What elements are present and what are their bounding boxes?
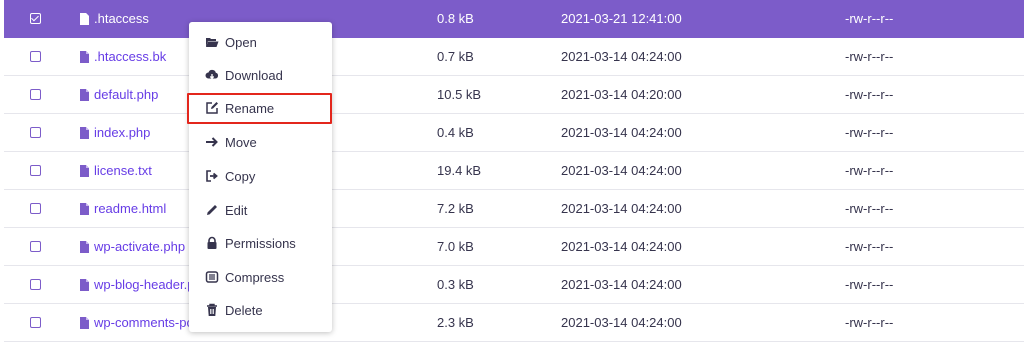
file-icon <box>80 12 89 25</box>
pencil-icon <box>205 203 219 217</box>
menu-item-compress[interactable]: Compress <box>189 262 332 292</box>
file-icon <box>80 50 89 63</box>
table-row[interactable]: index.php 0.4 kB 2021-03-14 04:24:00 -rw… <box>4 114 1024 152</box>
table-row[interactable]: wp-comments-post.php 2.3 kB 2021-03-14 0… <box>4 304 1024 342</box>
menu-item-label: Delete <box>225 302 263 318</box>
file-permissions: -rw-r--r-- <box>845 239 894 254</box>
file-date: 2021-03-14 04:24:00 <box>561 277 682 292</box>
file-icon <box>80 88 89 101</box>
file-size: 2.3 kB <box>437 315 474 330</box>
file-size: 0.3 kB <box>437 277 474 292</box>
file-permissions: -rw-r--r-- <box>845 87 894 102</box>
row-checkbox[interactable] <box>30 89 41 100</box>
context-menu: Open Download Rename Move Copy Edit Perm… <box>189 22 332 332</box>
row-checkbox[interactable] <box>30 317 41 328</box>
file-icon <box>80 278 89 291</box>
table-row[interactable]: readme.html 7.2 kB 2021-03-14 04:24:00 -… <box>4 190 1024 228</box>
file-date: 2021-03-14 04:24:00 <box>561 163 682 178</box>
folder-open-icon <box>205 35 219 49</box>
rename-highlight-box <box>187 93 332 124</box>
table-row[interactable]: .htaccess 0.8 kB 2021-03-21 12:41:00 -rw… <box>4 0 1024 38</box>
file-date: 2021-03-14 04:24:00 <box>561 49 682 64</box>
menu-item-open[interactable]: Open <box>189 27 332 57</box>
file-name[interactable]: license.txt <box>94 163 152 178</box>
menu-item-edit[interactable]: Edit <box>189 195 332 225</box>
menu-item-label: Compress <box>225 269 285 285</box>
file-permissions: -rw-r--r-- <box>845 49 894 64</box>
file-permissions: -rw-r--r-- <box>845 315 894 330</box>
file-permissions: -rw-r--r-- <box>845 125 894 140</box>
file-icon <box>80 202 89 215</box>
file-size: 7.0 kB <box>437 239 474 254</box>
file-name[interactable]: default.php <box>94 87 158 102</box>
menu-item-move[interactable]: Move <box>189 127 332 157</box>
file-name[interactable]: .htaccess.bk <box>94 49 166 64</box>
file-date: 2021-03-14 04:24:00 <box>561 239 682 254</box>
file-date: 2021-03-21 12:41:00 <box>561 11 682 26</box>
compress-icon <box>205 270 219 284</box>
file-icon <box>80 316 89 329</box>
file-name-cell[interactable]: license.txt <box>80 163 152 178</box>
file-size: 0.8 kB <box>437 11 474 26</box>
row-checkbox[interactable] <box>30 13 41 24</box>
menu-item-label: Move <box>225 134 257 150</box>
file-size: 10.5 kB <box>437 87 482 102</box>
table-row[interactable]: .htaccess.bk 0.7 kB 2021-03-14 04:24:00 … <box>4 38 1024 76</box>
row-checkbox[interactable] <box>30 241 41 252</box>
row-checkbox[interactable] <box>30 127 41 138</box>
menu-item-copy[interactable]: Copy <box>189 161 332 191</box>
file-size: 0.4 kB <box>437 125 474 140</box>
file-permissions: -rw-r--r-- <box>845 11 894 26</box>
menu-item-label: Open <box>225 34 257 50</box>
file-date: 2021-03-14 04:24:00 <box>561 125 682 140</box>
file-name-cell[interactable]: .htaccess <box>80 11 149 26</box>
file-name-cell[interactable]: index.php <box>80 125 150 140</box>
file-size: 0.7 kB <box>437 49 474 64</box>
file-name-cell[interactable]: default.php <box>80 87 158 102</box>
table-row[interactable]: wp-activate.php 7.0 kB 2021-03-14 04:24:… <box>4 228 1024 266</box>
file-name[interactable]: wp-activate.php <box>94 239 185 254</box>
table-row[interactable]: license.txt 19.4 kB 2021-03-14 04:24:00 … <box>4 152 1024 190</box>
file-size: 7.2 kB <box>437 201 474 216</box>
file-date: 2021-03-14 04:20:00 <box>561 87 682 102</box>
file-name-cell[interactable]: wp-activate.php <box>80 239 185 254</box>
file-name-cell[interactable]: readme.html <box>80 201 166 216</box>
file-icon <box>80 164 89 177</box>
cloud-download-icon <box>205 68 219 82</box>
file-size: 19.4 kB <box>437 163 482 178</box>
file-table: .htaccess 0.8 kB 2021-03-21 12:41:00 -rw… <box>4 0 1024 342</box>
menu-item-permissions[interactable]: Permissions <box>189 228 332 258</box>
file-name[interactable]: index.php <box>94 125 150 140</box>
file-date: 2021-03-14 04:24:00 <box>561 201 682 216</box>
file-icon <box>80 240 89 253</box>
file-permissions: -rw-r--r-- <box>845 163 894 178</box>
menu-item-label: Copy <box>225 168 256 184</box>
file-name[interactable]: readme.html <box>94 201 166 216</box>
lock-icon <box>205 236 219 250</box>
file-icon <box>80 126 89 139</box>
row-checkbox[interactable] <box>30 279 41 290</box>
row-checkbox[interactable] <box>30 51 41 62</box>
arrow-right-icon <box>205 135 219 149</box>
row-checkbox[interactable] <box>30 165 41 176</box>
file-name-cell[interactable]: .htaccess.bk <box>80 49 166 64</box>
menu-item-delete[interactable]: Delete <box>189 295 332 325</box>
file-permissions: -rw-r--r-- <box>845 277 894 292</box>
copy-icon <box>205 169 219 183</box>
menu-item-label: Download <box>225 67 283 83</box>
menu-item-download[interactable]: Download <box>189 60 332 90</box>
trash-icon <box>205 303 219 317</box>
table-row[interactable]: default.php 10.5 kB 2021-03-14 04:20:00 … <box>4 76 1024 114</box>
file-name[interactable]: .htaccess <box>94 11 149 26</box>
menu-item-label: Permissions <box>225 235 296 251</box>
file-permissions: -rw-r--r-- <box>845 201 894 216</box>
file-date: 2021-03-14 04:24:00 <box>561 315 682 330</box>
menu-item-label: Edit <box>225 202 248 218</box>
table-row[interactable]: wp-blog-header.php 0.3 kB 2021-03-14 04:… <box>4 266 1024 304</box>
row-checkbox[interactable] <box>30 203 41 214</box>
